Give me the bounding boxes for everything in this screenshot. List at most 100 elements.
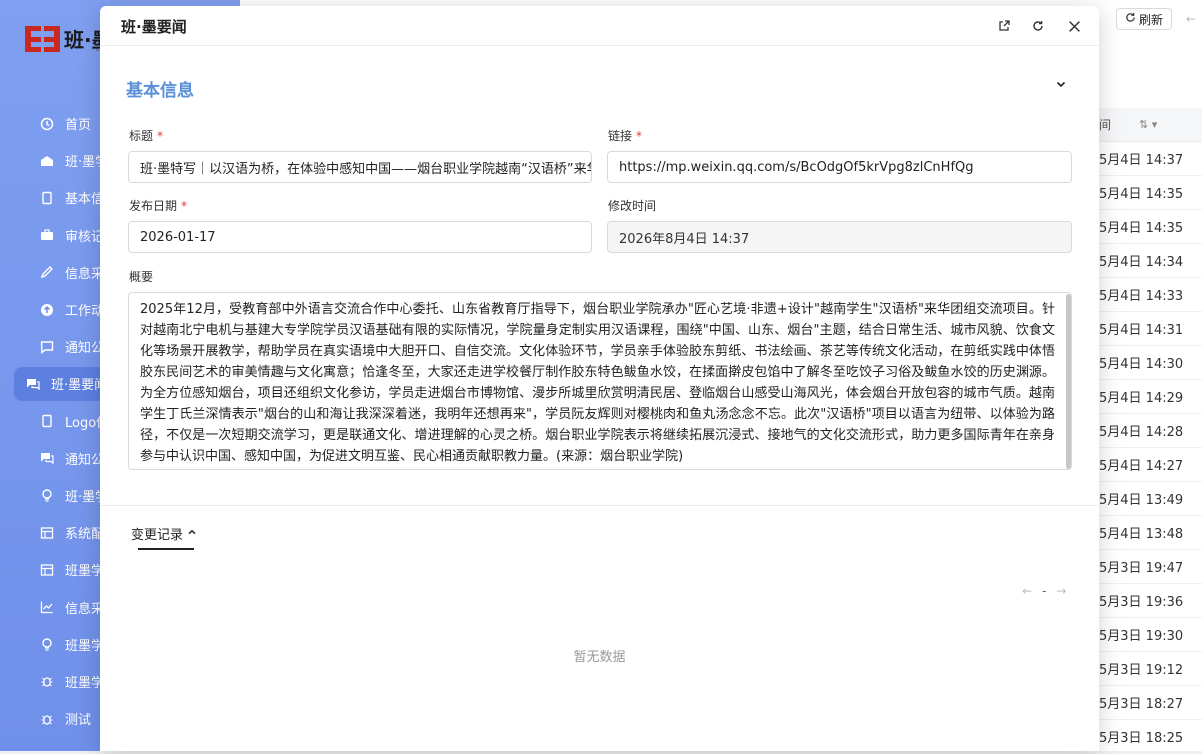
table-cell-time: 5月4日 14:31 — [1099, 323, 1184, 338]
next-page-icon[interactable]: → — [1056, 584, 1066, 598]
table-row[interactable]: 5月4日 14:35 — [1099, 176, 1202, 210]
pencil-icon — [39, 264, 55, 280]
summary-text: 2025年12月，受教育部中外语言交流合作中心委托、山东省教育厅指导下，烟台职业… — [140, 302, 1055, 464]
table-row[interactable]: 5月4日 14:29 — [1099, 380, 1202, 414]
chat-icon — [25, 376, 41, 392]
modified-time-value: 2026年8月4日 14:37 — [619, 231, 750, 247]
title-input[interactable]: 班·墨特写｜以汉语为桥，在体验中感知中国——烟台职业学院越南“汉语桥”来华团组交… — [128, 151, 592, 183]
table-cell-time: 5月3日 18:27 — [1099, 697, 1184, 712]
back-arrow-icon[interactable]: ← — [1186, 12, 1196, 26]
table-icon — [39, 562, 55, 578]
bulb-icon — [39, 636, 55, 652]
table-row[interactable]: 5月4日 13:48 — [1099, 516, 1202, 550]
briefcase-icon — [39, 227, 55, 243]
table-cell-time: 5月4日 14:30 — [1099, 357, 1184, 372]
link-label-text: 链接 — [608, 129, 633, 143]
table-cell-time: 5月4日 14:37 — [1099, 153, 1184, 168]
clock-icon — [39, 116, 55, 132]
page-indicator: - — [1042, 584, 1047, 598]
table-row[interactable]: 5月3日 19:12 — [1099, 652, 1202, 686]
chevron-up-icon — [187, 526, 197, 541]
table-row[interactable]: 5月4日 14:27 — [1099, 448, 1202, 482]
table-row[interactable]: 5月4日 14:35 — [1099, 210, 1202, 244]
modal-title: 班·墨要闻 — [121, 18, 187, 36]
table-row[interactable]: 5月4日 14:37 — [1099, 142, 1202, 176]
table-cell-time: 5月3日 18:25 — [1099, 731, 1184, 746]
table-row[interactable]: 5月3日 19:47 — [1099, 550, 1202, 584]
section-title-basic-info: 基本信息 — [126, 81, 194, 101]
required-mark: * — [181, 199, 188, 213]
tab-change-log[interactable]: 变更记录 — [131, 524, 197, 543]
table-cell-time: 5月3日 19:12 — [1099, 663, 1184, 678]
tab-active-indicator — [138, 548, 194, 550]
table-cell-time: 5月4日 14:34 — [1099, 255, 1184, 270]
section-divider — [100, 505, 1099, 506]
line-chart-icon — [39, 599, 55, 615]
table-cell-time: 5月4日 14:35 — [1099, 187, 1184, 202]
publish-date-input[interactable]: 2026-01-17 — [128, 221, 592, 253]
prev-page-icon[interactable]: ← — [1022, 584, 1032, 598]
bug-icon — [39, 711, 55, 727]
upload-circle-icon — [39, 302, 55, 318]
sort-icon[interactable]: ⇅ ▾ — [1139, 118, 1157, 131]
publish-date-label: 发布日期 * — [129, 197, 187, 214]
refresh-label: 刷新 — [1138, 12, 1163, 27]
logo-mark-icon — [25, 26, 60, 52]
table-row[interactable]: 5月4日 13:49 — [1099, 482, 1202, 516]
title-field-label: 标题 * — [129, 127, 163, 144]
table-row[interactable]: 5月4日 14:34 — [1099, 244, 1202, 278]
table-row[interactable]: 5月4日 14:33 — [1099, 278, 1202, 312]
modal-header: 班·墨要闻 — [100, 6, 1099, 46]
bulb-icon — [39, 487, 55, 503]
date-label-text: 发布日期 — [129, 199, 178, 213]
reload-icon[interactable] — [1028, 16, 1048, 36]
table-cell-time: 5月4日 14:35 — [1099, 221, 1184, 236]
table-row[interactable]: 5月4日 14:28 — [1099, 414, 1202, 448]
open-external-icon[interactable] — [994, 16, 1014, 36]
pagination: ← - → — [1022, 584, 1066, 598]
change-log-label: 变更记录 — [131, 528, 184, 543]
table-cell-time: 5月4日 13:48 — [1099, 527, 1184, 542]
summary-label: 概要 — [129, 270, 154, 284]
table-cell-time: 5月4日 14:33 — [1099, 289, 1184, 304]
background-table: 间 ⇅ ▾ 5月4日 14:37 5月4日 14:35 5月4日 14:35 5… — [1099, 108, 1202, 754]
table-header: 间 ⇅ ▾ — [1099, 108, 1202, 142]
table-cell-time: 5月4日 14:28 — [1099, 425, 1184, 440]
chat-icon — [39, 450, 55, 466]
publish-date-value: 2026-01-17 — [140, 229, 216, 245]
link-input[interactable]: https://mp.weixin.qq.com/s/BcOdgOf5krVpg… — [607, 151, 1072, 183]
table-row[interactable]: 5月4日 14:30 — [1099, 346, 1202, 380]
table-row[interactable]: 5月4日 14:31 — [1099, 312, 1202, 346]
summary-textarea[interactable]: 2025年12月，受教育部中外语言交流合作中心委托、山东省教育厅指导下，烟台职业… — [128, 292, 1072, 470]
column-header-time: 间 — [1099, 118, 1112, 132]
table-row[interactable]: 5月3日 18:25 — [1099, 720, 1202, 754]
sidebar-item-label: 测试 — [65, 713, 92, 729]
refresh-icon — [1125, 12, 1136, 26]
refresh-button[interactable]: 刷新 — [1116, 8, 1172, 30]
sidebar-item-label: 首页 — [65, 118, 92, 134]
required-mark: * — [157, 129, 164, 143]
required-mark: * — [636, 129, 643, 143]
table-row[interactable]: 5月3日 19:30 — [1099, 618, 1202, 652]
table-row[interactable]: 5月3日 18:27 — [1099, 686, 1202, 720]
chevron-down-icon[interactable] — [1055, 78, 1071, 94]
table-cell-time: 5月4日 14:29 — [1099, 391, 1184, 406]
copy-icon — [39, 413, 55, 429]
table-cell-time: 5月4日 13:49 — [1099, 493, 1184, 508]
close-icon[interactable] — [1064, 16, 1084, 36]
table-row[interactable]: 5月3日 19:36 — [1099, 584, 1202, 618]
sidebar-item-label: 班·墨要闻 — [51, 378, 108, 394]
detail-modal: 班·墨要闻 基本信息 标题 * 班·墨特写｜以汉语为桥，在体验中感知中国——烟台职… — [100, 6, 1099, 751]
table-cell-time: 5月3日 19:30 — [1099, 629, 1184, 644]
modified-time-label: 修改时间 — [608, 199, 657, 213]
message-icon — [39, 339, 55, 355]
modified-time-input: 2026年8月4日 14:37 — [607, 221, 1072, 253]
table-icon — [39, 525, 55, 541]
table-cell-time: 5月4日 14:27 — [1099, 459, 1184, 474]
link-input-value: https://mp.weixin.qq.com/s/BcOdgOf5krVpg… — [619, 159, 974, 175]
bug-icon — [39, 673, 55, 689]
empty-state-text: 暂无数据 — [573, 650, 626, 665]
table-cell-time: 5月3日 19:47 — [1099, 561, 1184, 576]
summary-scrollbar[interactable] — [1066, 294, 1071, 469]
link-field-label: 链接 * — [608, 127, 642, 144]
